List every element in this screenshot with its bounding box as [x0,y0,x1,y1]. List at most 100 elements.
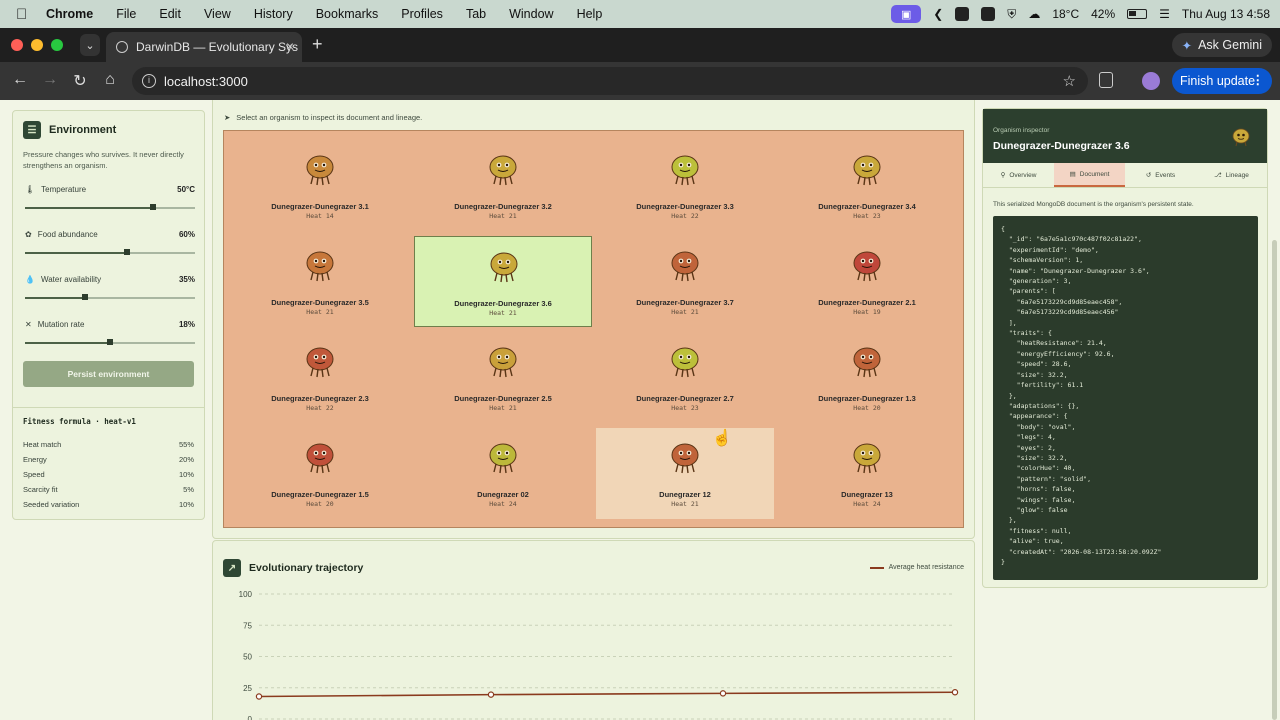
slider-handle[interactable] [81,294,88,300]
weather-temp[interactable]: 18°C [1052,7,1079,21]
menu-window[interactable]: Window [509,7,553,21]
leaf-icon: ✿ [25,230,32,239]
organism-card[interactable]: Dunegrazer-Dunegrazer 2.5 Heat 21 [414,332,592,423]
extensions-icon[interactable] [1099,72,1113,88]
selection-hint-text: Select an organism to inspect its docume… [236,113,423,122]
organism-creature-icon [671,347,699,378]
organism-card[interactable]: Dunegrazer-Dunegrazer 3.4 Heat 23 [778,140,956,231]
profile-avatar[interactable] [1142,72,1160,90]
menu-help[interactable]: Help [577,7,603,21]
organism-name: Dunegrazer 13 [841,490,893,499]
organism-creature-icon [853,155,881,186]
organism-card[interactable]: Dunegrazer-Dunegrazer 2.3 Heat 22 [231,332,409,423]
new-tab-icon[interactable]: + [312,34,323,55]
finish-update-button[interactable]: Finish update ⋮ [1172,68,1272,94]
data-point[interactable] [719,690,727,697]
organism-card[interactable]: Dunegrazer-Dunegrazer 3.3 Heat 22 [596,140,774,231]
menu-edit[interactable]: Edit [159,7,181,21]
selection-hint: ➤ Select an organism to inspect its docu… [224,113,422,122]
trajectory-panel: ↗ Evolutionary trajectory Average heat r… [212,540,975,720]
reload-icon[interactable]: ↻ [70,71,90,91]
organism-card[interactable]: Dunegrazer 02 Heat 24 [414,428,592,519]
organism-heat: Heat 21 [489,404,517,412]
fitness-row: Speed 10% [23,470,194,479]
browser-tab-strip: ⌄ DarwinDB — Evolutionary Sys × + ✦ Ask … [0,28,1280,62]
data-point[interactable] [951,689,959,696]
tab-document[interactable]: ▤ Document [1054,163,1125,187]
slider-handle[interactable] [149,204,156,210]
slider-handle[interactable] [124,249,130,255]
organism-card[interactable]: Dunegrazer-Dunegrazer 3.2 Heat 21 [414,140,592,231]
document-json-viewer[interactable]: { "_id": "6a7e5a1c970c487f02c81a22", "ex… [993,216,1258,580]
maximize-window-button[interactable] [51,39,63,51]
fitness-row-label: Scarcity fit [23,485,58,494]
slider-handle[interactable] [107,339,113,345]
organism-card[interactable]: Dunegrazer-Dunegrazer 3.6 Heat 21 [414,236,592,327]
notes-status-icon[interactable] [981,7,996,21]
battery-icon[interactable] [1127,9,1148,19]
organism-heat: Heat 20 [853,404,881,412]
tab-overview[interactable]: ⚲ Overview [983,163,1054,187]
organism-heat: Heat 20 [306,500,334,508]
organism-card[interactable]: Dunegrazer-Dunegrazer 2.7 Heat 23 [596,332,774,423]
tab-lineage[interactable]: ⎇ Lineage [1196,163,1267,187]
forward-icon[interactable]: → [40,71,60,89]
tab-search-icon[interactable]: ⌄ [80,34,100,56]
home-icon[interactable]: ⌂ [100,71,120,89]
clock[interactable]: Thu Aug 13 4:58 [1182,7,1270,21]
back-icon[interactable]: ← [10,71,30,89]
close-tab-icon[interactable]: × [286,38,294,54]
thermometer-icon: 🌡 [25,185,36,194]
close-window-button[interactable] [11,39,23,51]
more-menu-icon[interactable]: ⋮ [1252,72,1265,87]
weather-icon[interactable]: ☁ [1028,7,1040,21]
organism-card[interactable]: Dunegrazer-Dunegrazer 3.5 Heat 21 [231,236,409,327]
menu-app-name[interactable]: Chrome [46,7,93,21]
data-point[interactable] [255,693,263,700]
organism-card[interactable]: Dunegrazer 13 Heat 24 [778,428,956,519]
menu-file[interactable]: File [116,7,136,21]
organism-card[interactable]: Dunegrazer-Dunegrazer 1.3 Heat 20 [778,332,956,423]
fitness-row-label: Energy [23,455,47,464]
address-bar[interactable]: i localhost:3000 ☆ [132,67,1088,95]
page-scrollbar[interactable] [1272,240,1277,720]
organism-card[interactable]: Dunegrazer-Dunegrazer 2.1 Heat 19 [778,236,956,327]
menu-view[interactable]: View [204,7,231,21]
data-point[interactable] [487,691,495,698]
bookmark-star-icon[interactable]: ☆ [1063,72,1076,90]
organism-creature-icon [489,347,517,378]
status-app-icon[interactable] [955,7,970,21]
control-center-icon[interactable]: ☰ [1159,7,1170,21]
organism-heat: Heat 21 [306,308,334,316]
organism-creature-icon [853,443,881,474]
trajectory-chart: 100 75 50 25 0 [239,590,959,720]
dna-icon: ✕ [25,320,32,329]
y-tick-label: 50 [243,653,252,662]
chevron-left-icon[interactable]: ❮ [933,7,943,21]
organism-card[interactable]: Dunegrazer-Dunegrazer 3.7 Heat 21 [596,236,774,327]
screen-share-icon[interactable]: ▣ [891,5,922,23]
shield-icon[interactable]: ⛨ [1007,7,1016,22]
apple-icon[interactable]:  [16,6,34,23]
persist-environment-button[interactable]: Persist environment [23,361,194,387]
url-text[interactable]: localhost:3000 [164,74,248,89]
organism-creature-icon [853,251,881,282]
organism-card[interactable]: Dunegrazer-Dunegrazer 1.5 Heat 20 [231,428,409,519]
organism-card[interactable]: Dunegrazer 12 Heat 21 [596,428,774,519]
tab-events[interactable]: ↺ Events [1125,163,1196,187]
battery-percent[interactable]: 42% [1091,7,1115,21]
browser-tab[interactable]: DarwinDB — Evolutionary Sys × [106,32,302,62]
ask-gemini-button[interactable]: ✦ Ask Gemini [1171,33,1272,57]
fitness-row-value: 10% [178,500,194,509]
organism-name: Dunegrazer-Dunegrazer 2.7 [636,394,734,403]
mouse-cursor-icon: ☝ [712,430,732,447]
organism-name: Dunegrazer-Dunegrazer 3.6 [454,299,552,308]
organism-name: Dunegrazer 02 [477,490,529,499]
organism-card[interactable]: Dunegrazer-Dunegrazer 3.1 Heat 14 [231,140,409,231]
menu-profiles[interactable]: Profiles [401,7,443,21]
menu-history[interactable]: History [254,7,293,21]
site-info-icon[interactable]: i [142,74,156,88]
menu-bookmarks[interactable]: Bookmarks [316,7,379,21]
menu-tab[interactable]: Tab [466,7,486,21]
minimize-window-button[interactable] [31,39,43,51]
